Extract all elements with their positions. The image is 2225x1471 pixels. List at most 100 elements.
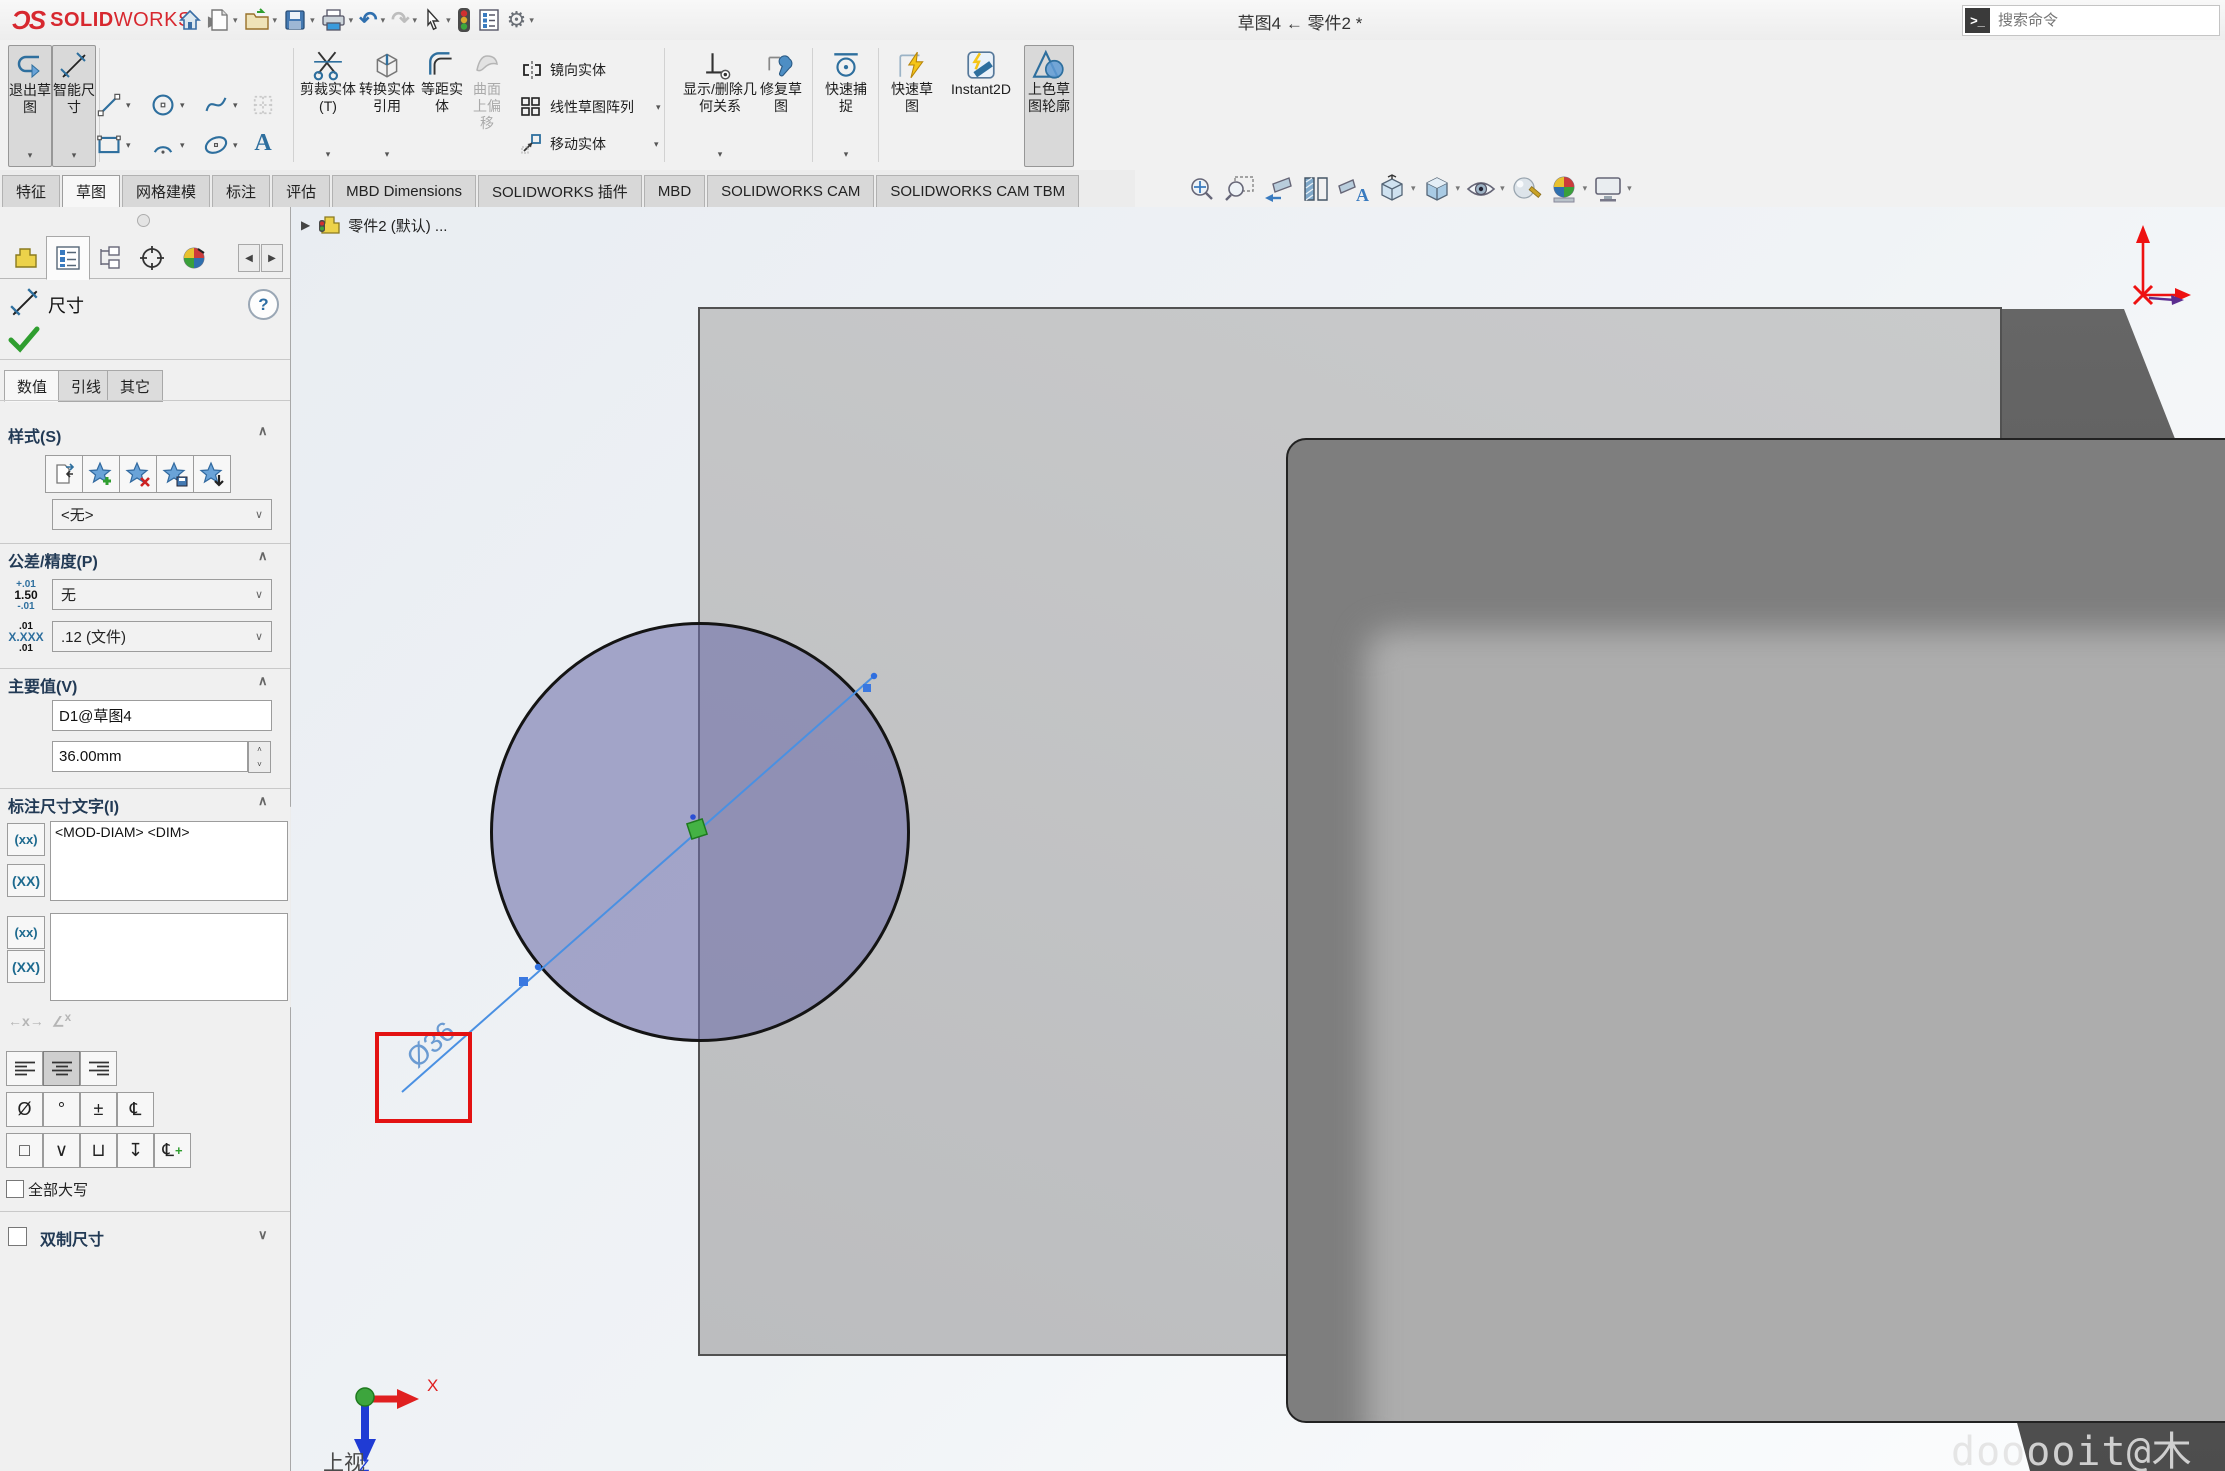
add-style-button[interactable] xyxy=(82,455,120,493)
tab-markup[interactable]: 标注 xyxy=(212,175,270,207)
convert-dropdown-arrow-icon[interactable]: ▾ xyxy=(385,146,390,163)
leader-handle-bottom[interactable] xyxy=(519,977,528,986)
quick-snaps-button[interactable]: 快速捕捉 ▾ xyxy=(820,45,872,165)
shaded-sketch-contours-button[interactable]: 上色草图轮廓 xyxy=(1024,45,1074,167)
relations-dropdown-arrow-icon[interactable]: ▾ xyxy=(718,146,723,163)
leader-handle-top[interactable] xyxy=(863,684,871,692)
all-caps-checkbox[interactable] xyxy=(6,1180,24,1198)
delete-style-button[interactable] xyxy=(119,455,157,493)
dimension-text-collapse-chevron-icon[interactable]: ∧ xyxy=(258,793,268,809)
ellipse-tool-button[interactable] xyxy=(203,132,229,158)
tab-scroll-right-button[interactable]: ▶ xyxy=(261,244,283,272)
rebuild-button[interactable] xyxy=(457,7,471,33)
undo-dropdown-arrow-icon[interactable]: ▾ xyxy=(381,15,386,26)
align-center-button[interactable] xyxy=(43,1051,80,1086)
exit-sketch-dropdown-arrow-icon[interactable]: ▾ xyxy=(28,147,33,164)
redo-dropdown-arrow-icon[interactable]: ▾ xyxy=(413,15,418,26)
hide-show-dropdown-arrow-icon[interactable]: ▾ xyxy=(1500,183,1505,194)
primary-value-collapse-chevron-icon[interactable]: ∧ xyxy=(258,673,268,689)
hide-show-items-button[interactable]: ▾ xyxy=(1464,174,1505,204)
leaders-tab[interactable]: 引线 xyxy=(58,370,114,402)
tolerance-section-header[interactable]: 公差/精度(P) xyxy=(8,548,98,572)
tab-mbd-dimensions[interactable]: MBD Dimensions xyxy=(332,175,476,207)
apply-scene-button[interactable]: ▾ xyxy=(1547,174,1588,204)
property-manager-tab[interactable] xyxy=(46,236,90,280)
configuration-manager-tab[interactable] xyxy=(88,236,132,280)
offset-entities-button[interactable]: 等距实体 xyxy=(419,45,465,165)
undo-button[interactable]: ↶ ▾ xyxy=(359,9,385,31)
previous-view-button[interactable] xyxy=(1261,174,1295,204)
options-button[interactable]: ⚙ ▾ xyxy=(507,9,534,31)
move-entities-dropdown-arrow-icon[interactable]: ▾ xyxy=(654,139,659,150)
convert-entities-button[interactable]: 转换实体引用 ▾ xyxy=(358,45,416,165)
counterbore-symbol-button[interactable]: ⊔ xyxy=(80,1133,117,1168)
style-section-header[interactable]: 样式(S) xyxy=(8,423,61,447)
dual-dimension-checkbox[interactable] xyxy=(8,1227,27,1246)
rectangle-tool-button[interactable] xyxy=(96,132,122,158)
square-symbol-button[interactable]: □ xyxy=(6,1133,43,1168)
spline-dropdown-arrow-icon[interactable]: ▾ xyxy=(233,100,238,111)
section-view-button[interactable] xyxy=(1299,174,1333,204)
open-dropdown-arrow-icon[interactable]: ▾ xyxy=(273,15,278,26)
graphics-viewport[interactable]: Ø36 X Z 上视 xyxy=(291,207,2225,1471)
dimension-name-field[interactable] xyxy=(52,700,272,731)
circle-dropdown-arrow-icon[interactable]: ▾ xyxy=(180,100,185,111)
line-dropdown-arrow-icon[interactable]: ▾ xyxy=(126,100,131,111)
save-button[interactable]: ▾ xyxy=(283,8,315,32)
leader-midpoint-dot[interactable] xyxy=(535,964,541,970)
inspection-dimension-button[interactable]: (XX) xyxy=(7,864,45,897)
rapid-sketch-button[interactable]: 快速草图 xyxy=(886,45,938,165)
countersink-symbol-button[interactable]: ∨ xyxy=(43,1133,80,1168)
tab-evaluate[interactable]: 评估 xyxy=(272,175,330,207)
style-select[interactable]: <无> ∨ xyxy=(52,499,272,530)
sketch-text-button[interactable]: A xyxy=(250,130,276,156)
view-settings-button[interactable]: ▾ xyxy=(1591,174,1632,204)
save-style-button[interactable] xyxy=(156,455,194,493)
align-right-button[interactable] xyxy=(80,1051,117,1086)
leader-endpoint-dot[interactable] xyxy=(871,673,877,679)
add-parenthesis-button[interactable]: (xx) xyxy=(7,823,45,856)
feature-manager-tab[interactable] xyxy=(4,236,48,280)
tree-expand-arrow-icon[interactable]: ▶ xyxy=(301,218,310,232)
tab-sketch[interactable]: 草图 xyxy=(62,175,120,207)
value-tab[interactable]: 数值 xyxy=(4,370,60,402)
line-tool-button[interactable] xyxy=(96,92,122,118)
more-symbols-button[interactable]: ℄+ xyxy=(154,1133,191,1168)
linear-pattern-dropdown-arrow-icon[interactable]: ▾ xyxy=(656,102,661,113)
centerline-symbol-button[interactable]: ℄ xyxy=(117,1092,154,1127)
tolerance-collapse-chevron-icon[interactable]: ∧ xyxy=(258,548,268,564)
quick-snaps-dropdown-arrow-icon[interactable]: ▾ xyxy=(844,146,849,163)
repair-sketch-button[interactable]: 修复草图 xyxy=(755,45,807,165)
open-button[interactable]: ▾ xyxy=(244,8,278,32)
ok-check-button[interactable] xyxy=(8,325,40,353)
rectangle-dropdown-arrow-icon[interactable]: ▾ xyxy=(126,140,131,151)
dimension-text-area[interactable]: <MOD-DIAM> <DIM> xyxy=(50,821,288,901)
command-search-box[interactable]: >_ xyxy=(1962,5,2220,36)
circle-tool-button[interactable] xyxy=(150,92,176,118)
select-dropdown-arrow-icon[interactable]: ▾ xyxy=(446,15,451,26)
precision-select[interactable]: .12 (文件) ∨ xyxy=(52,621,272,652)
plus-minus-symbol-button[interactable]: ± xyxy=(80,1092,117,1127)
center-point-dot[interactable] xyxy=(690,814,696,820)
view-orientation-dropdown-arrow-icon[interactable]: ▾ xyxy=(1411,183,1416,194)
move-entities-button[interactable]: 移动实体 ▾ xyxy=(520,132,659,156)
diameter-leader-line[interactable] xyxy=(402,676,874,1092)
options-dropdown-arrow-icon[interactable]: ▾ xyxy=(529,15,534,26)
spinner-up-arrow-icon[interactable]: ˄ xyxy=(249,742,270,757)
tab-scroll-left-button[interactable]: ◀ xyxy=(238,244,260,272)
select-button[interactable]: ▾ xyxy=(423,8,451,32)
edit-appearance-button[interactable] xyxy=(1509,174,1543,204)
style-collapse-chevron-icon[interactable]: ∧ xyxy=(258,423,268,439)
zoom-to-area-button[interactable] xyxy=(1223,174,1257,204)
tab-solidworks-addins[interactable]: SOLIDWORKS 插件 xyxy=(478,175,642,207)
primary-value-section-header[interactable]: 主要值(V) xyxy=(8,673,77,697)
display-style-button[interactable]: ▾ xyxy=(1420,174,1461,204)
dimension-value-field[interactable] xyxy=(52,741,248,772)
ellipse-dropdown-arrow-icon[interactable]: ▾ xyxy=(233,140,238,151)
search-input[interactable] xyxy=(1996,11,2200,30)
load-style-button[interactable] xyxy=(193,455,231,493)
zoom-to-fit-button[interactable] xyxy=(1185,174,1219,204)
view-settings-dropdown-arrow-icon[interactable]: ▾ xyxy=(1627,183,1632,194)
display-delete-relations-button[interactable]: 显示/删除几何关系 ▾ xyxy=(678,45,762,165)
depth-symbol-button[interactable]: ↧ xyxy=(117,1133,154,1168)
